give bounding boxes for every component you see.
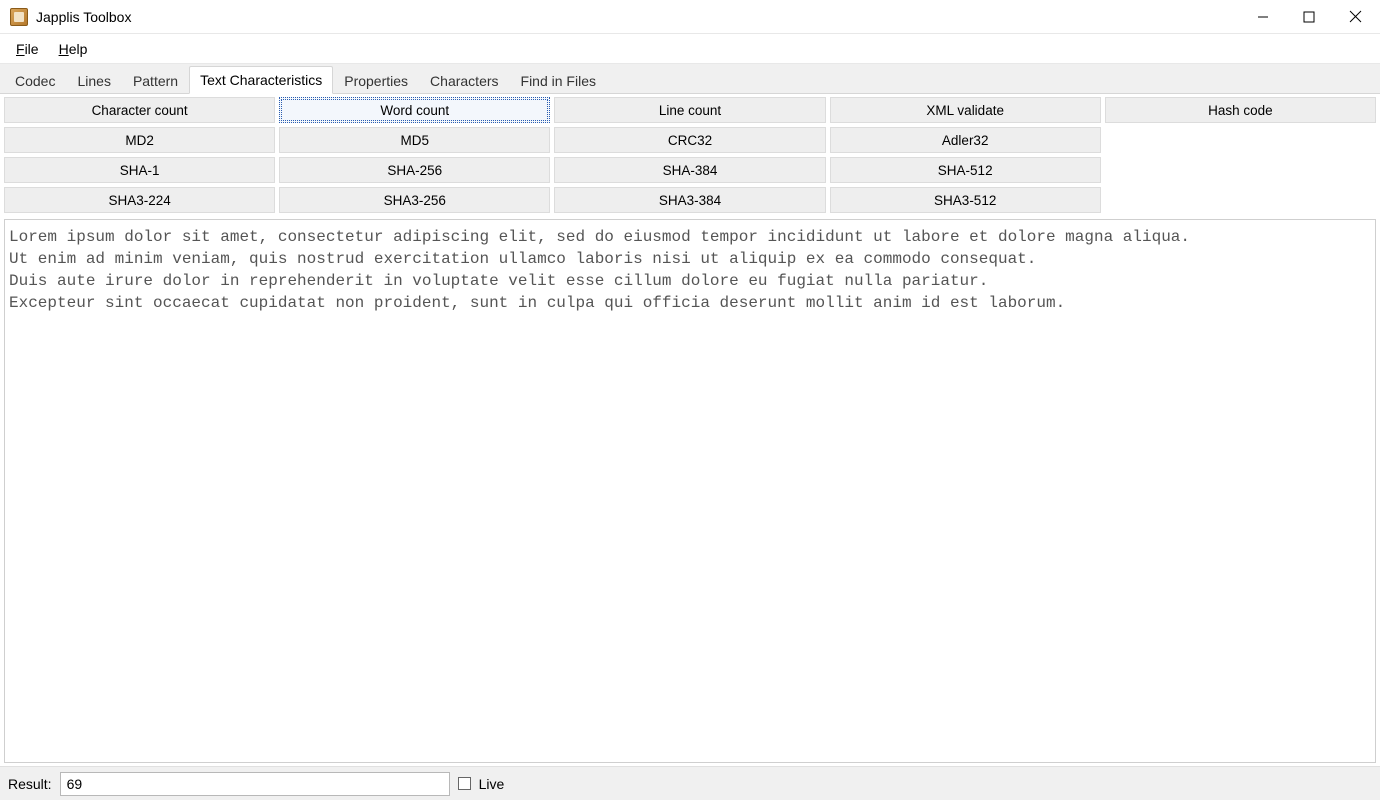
action-sha3-256[interactable]: SHA3-256 [279,187,550,213]
text-area-container [4,219,1376,763]
action-xml-validate[interactable]: XML validate [830,97,1101,123]
action-adler32[interactable]: Adler32 [830,127,1101,153]
live-checkbox[interactable] [458,777,471,790]
statusbar: Result: Live [0,766,1380,800]
tab-find-in-files[interactable]: Find in Files [510,67,607,94]
tab-codec[interactable]: Codec [4,67,66,94]
action-line-count[interactable]: Line count [554,97,825,123]
app-icon [10,8,28,26]
tab-properties[interactable]: Properties [333,67,419,94]
result-label: Result: [8,776,52,792]
menubar: File Help [0,34,1380,64]
tab-text-characteristics[interactable]: Text Characteristics [189,66,333,94]
minimize-icon [1257,11,1269,23]
maximize-icon [1303,11,1315,23]
menu-help[interactable]: Help [49,37,98,61]
action-sha384[interactable]: SHA-384 [554,157,825,183]
action-sha3-512[interactable]: SHA3-512 [830,187,1101,213]
tabbar: Codec Lines Pattern Text Characteristics… [0,64,1380,94]
action-sha512[interactable]: SHA-512 [830,157,1101,183]
action-character-count[interactable]: Character count [4,97,275,123]
result-output[interactable] [60,772,450,796]
action-md5[interactable]: MD5 [279,127,550,153]
action-sha1[interactable]: SHA-1 [4,157,275,183]
action-hash-code[interactable]: Hash code [1105,97,1376,123]
close-button[interactable] [1332,0,1378,34]
live-label: Live [479,776,505,792]
action-sha3-384[interactable]: SHA3-384 [554,187,825,213]
action-crc32[interactable]: CRC32 [554,127,825,153]
maximize-button[interactable] [1286,0,1332,34]
titlebar: Japplis Toolbox [0,0,1380,34]
action-md2[interactable]: MD2 [4,127,275,153]
close-icon [1349,10,1362,23]
action-sha3-224[interactable]: SHA3-224 [4,187,275,213]
tab-characters[interactable]: Characters [419,67,509,94]
menu-file[interactable]: File [6,37,49,61]
tab-lines[interactable]: Lines [66,67,121,94]
minimize-button[interactable] [1240,0,1286,34]
tab-pattern[interactable]: Pattern [122,67,189,94]
action-word-count[interactable]: Word count [279,97,550,123]
action-grid: Character count Word count Line count XM… [0,94,1380,216]
main-text-input[interactable] [5,220,1375,762]
window-title: Japplis Toolbox [36,9,131,25]
action-sha256[interactable]: SHA-256 [279,157,550,183]
